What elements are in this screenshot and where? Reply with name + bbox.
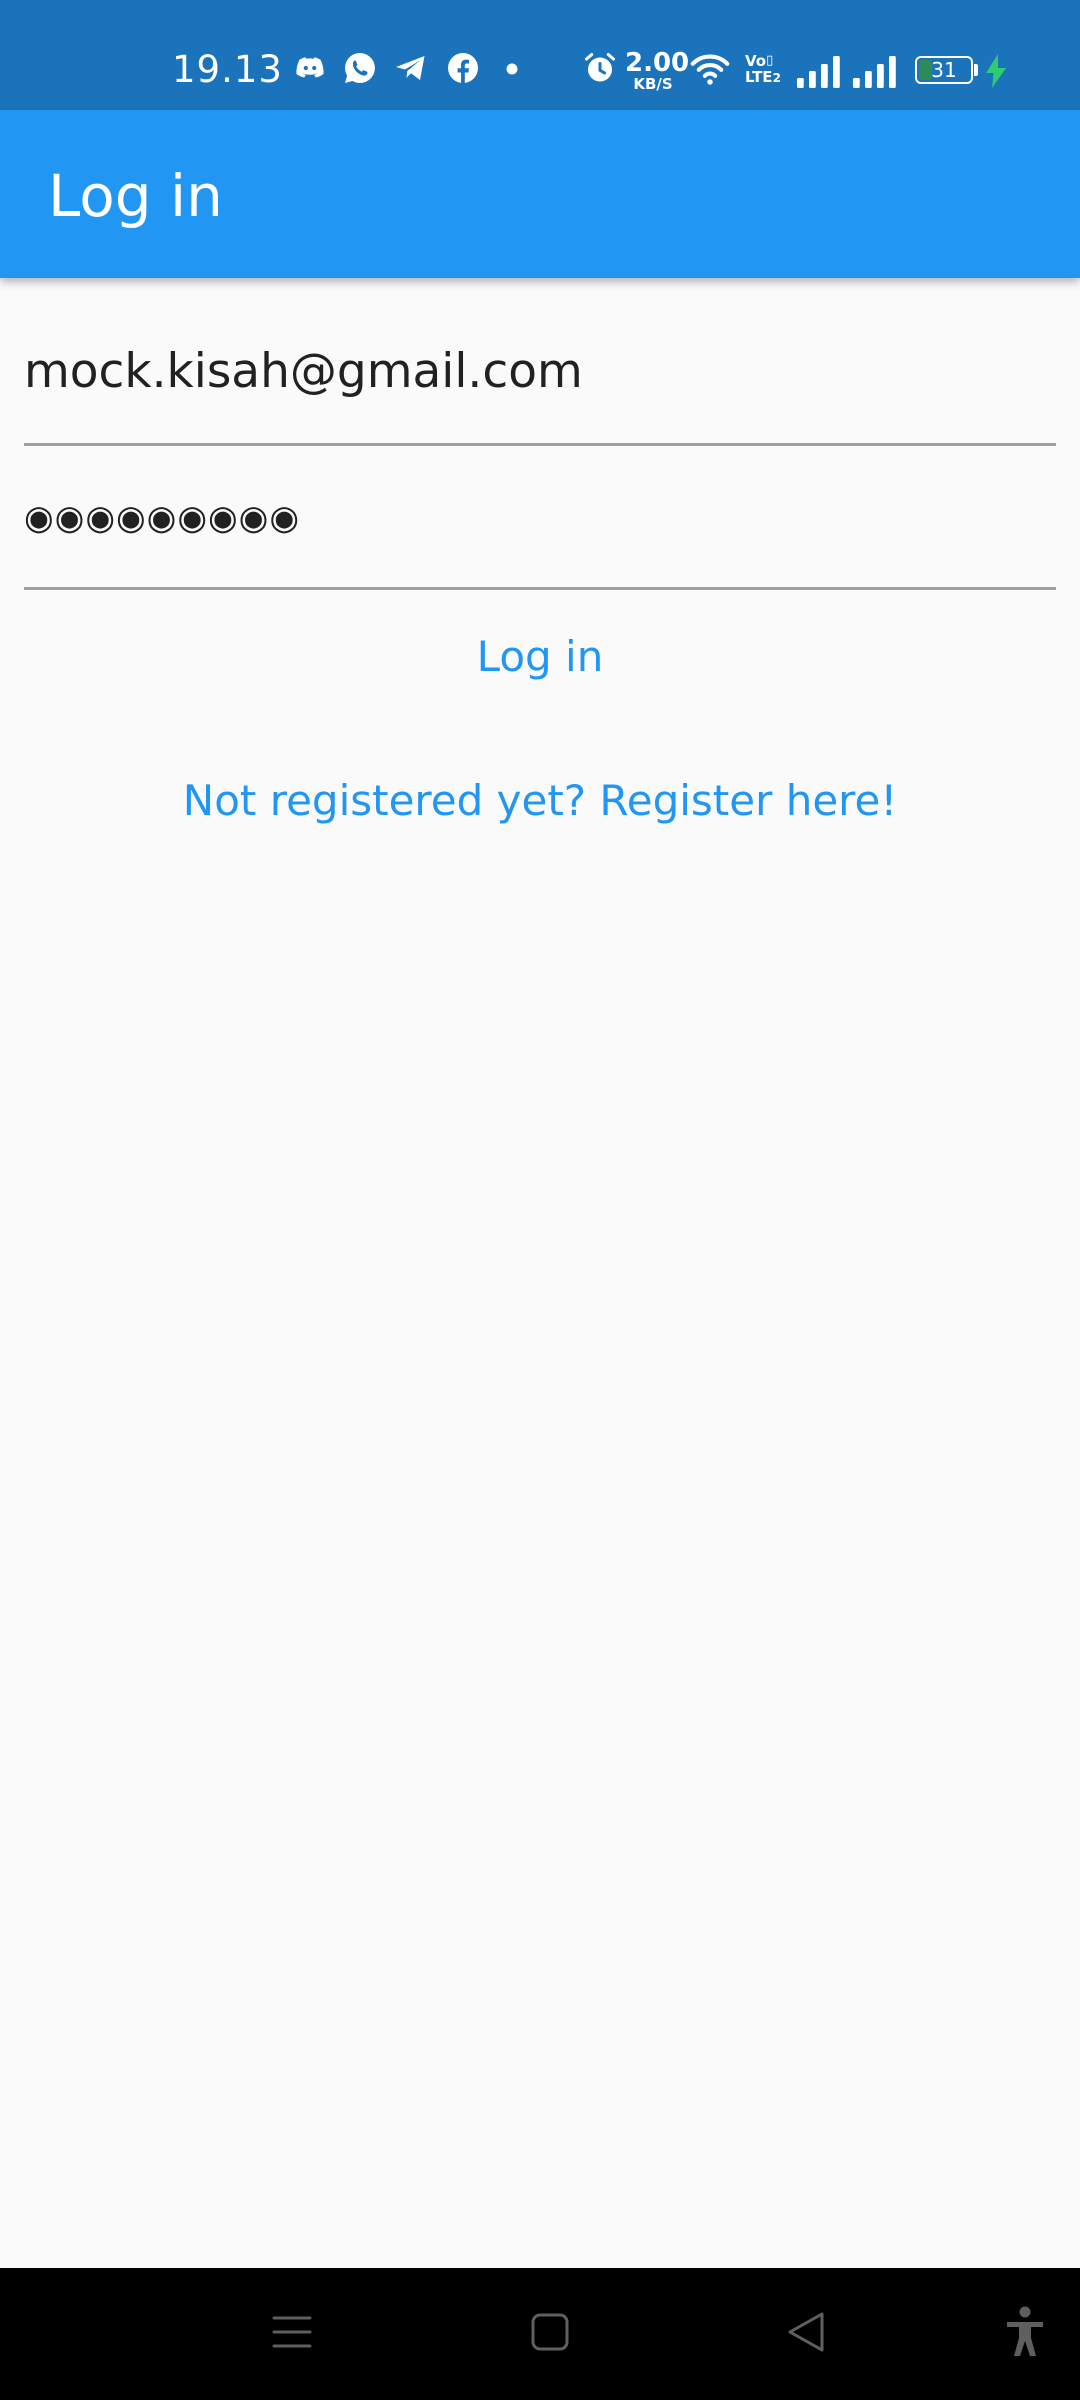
screen: 19.13 2.00 KB/S Vo▯ LTE2 31 Log in mock.… xyxy=(0,0,1080,2400)
password-field[interactable]: ◉◉◉◉◉◉◉◉◉ xyxy=(24,478,1056,590)
email-field-value: mock.kisah@gmail.com xyxy=(24,344,583,399)
menu-icon[interactable] xyxy=(272,2312,312,2357)
battery-icon: 31 xyxy=(915,56,973,84)
whatsapp-icon xyxy=(342,50,378,91)
more-dot-icon xyxy=(506,62,518,80)
facebook-icon xyxy=(445,50,481,91)
home-icon[interactable] xyxy=(530,2312,570,2357)
page-title: Log in xyxy=(48,162,223,230)
discord-icon xyxy=(292,50,328,91)
alarm-icon xyxy=(582,50,618,91)
app-bar: Log in xyxy=(0,110,1080,278)
wifi-icon xyxy=(689,50,731,93)
network-speed-unit: KB/S xyxy=(633,75,673,93)
status-time: 19.13 xyxy=(172,48,283,91)
charging-icon xyxy=(986,54,1006,93)
status-bar: 19.13 2.00 KB/S Vo▯ LTE2 31 xyxy=(0,0,1080,110)
telegram-icon xyxy=(393,50,429,91)
volte-lte-label: LTE xyxy=(745,68,773,86)
network-speed-value: 2.00 xyxy=(625,48,690,78)
signal-sim1-icon xyxy=(797,56,841,93)
battery-level-label: 31 xyxy=(931,58,957,82)
volte-indicator: Vo▯ LTE2 xyxy=(745,52,781,86)
battery-tip xyxy=(974,64,978,76)
network-speed: 2.00 KB/S xyxy=(625,48,690,93)
password-field-value: ◉◉◉◉◉◉◉◉◉ xyxy=(24,498,301,538)
sim-index-label: 2 xyxy=(772,71,781,85)
back-icon[interactable] xyxy=(786,2310,826,2359)
accessibility-icon[interactable] xyxy=(1004,2306,1046,2363)
register-link-button[interactable]: Not registered yet? Register here! xyxy=(0,776,1080,825)
navigation-bar xyxy=(0,2268,1080,2400)
signal-sim2-icon xyxy=(853,56,897,93)
login-button[interactable]: Log in xyxy=(0,632,1080,681)
email-field[interactable]: mock.kisah@gmail.com xyxy=(24,330,1056,446)
